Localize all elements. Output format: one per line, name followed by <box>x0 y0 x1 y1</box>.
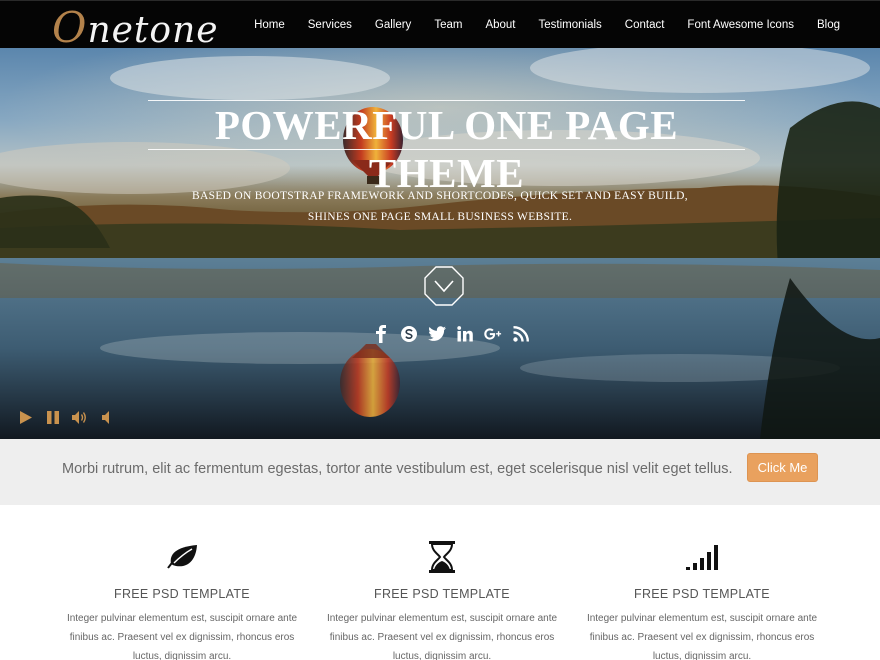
volume-up-icon[interactable] <box>72 409 88 425</box>
hero-subtitle-line-2: SHINES ONE PAGE SMALL BUSINESS WEBSITE. <box>307 211 573 223</box>
main-nav: Home Services Gallery Team About Testimo… <box>231 1 840 49</box>
chevron-down-icon <box>424 266 464 306</box>
feature-title: FREE PSD TEMPLATE <box>374 587 510 601</box>
logo-initial: O <box>52 3 88 52</box>
nav-services[interactable]: Services <box>308 19 352 31</box>
facebook-icon[interactable] <box>372 324 390 344</box>
leaf-icon <box>52 537 312 577</box>
nav-gallery[interactable]: Gallery <box>375 19 411 31</box>
nav-about[interactable]: About <box>485 19 515 31</box>
social-links <box>372 324 540 344</box>
rss-icon[interactable] <box>512 324 530 344</box>
feature-item: FREE PSD TEMPLATE Integer pulvinar eleme… <box>572 505 832 660</box>
feature-title: FREE PSD TEMPLATE <box>634 587 770 601</box>
logo-text: netone <box>87 10 219 51</box>
signal-icon <box>572 537 832 577</box>
twitter-icon[interactable] <box>428 324 446 344</box>
volume-down-icon[interactable] <box>99 409 115 425</box>
play-icon[interactable] <box>18 409 34 425</box>
features-section: FREE PSD TEMPLATE Integer pulvinar eleme… <box>0 505 880 660</box>
google-plus-icon[interactable] <box>484 324 502 344</box>
feature-description: Integer pulvinar elementum est, suscipit… <box>326 613 558 660</box>
site-header: Onetone Home Services Gallery Team About… <box>0 0 880 52</box>
hourglass-icon <box>312 537 572 577</box>
nav-contact[interactable]: Contact <box>625 19 665 31</box>
click-me-button[interactable]: Click Me <box>747 453 818 482</box>
linkedin-icon[interactable] <box>456 324 474 344</box>
hero-title: POWERFUL ONE PAGE THEME <box>148 100 745 196</box>
video-player-controls <box>18 409 126 425</box>
nav-testimonials[interactable]: Testimonials <box>539 19 602 31</box>
hero-subtitle: BASED ON BOOTSTRAP FRAMEWORK AND SHORTCO… <box>150 186 730 228</box>
feature-description: Integer pulvinar elementum est, suscipit… <box>66 613 298 660</box>
feature-title: FREE PSD TEMPLATE <box>114 587 250 601</box>
feature-item: FREE PSD TEMPLATE Integer pulvinar eleme… <box>312 505 572 660</box>
nav-font-awesome-icons[interactable]: Font Awesome Icons <box>687 19 794 31</box>
feature-item: FREE PSD TEMPLATE Integer pulvinar eleme… <box>52 505 312 660</box>
hero-section: POWERFUL ONE PAGE THEME BASED ON BOOTSTR… <box>0 48 880 439</box>
nav-blog[interactable]: Blog <box>817 19 840 31</box>
cta-text: Morbi rutrum, elit ac fermentum egestas,… <box>62 461 733 477</box>
call-to-action-band: Morbi rutrum, elit ac fermentum egestas,… <box>0 439 880 505</box>
nav-home[interactable]: Home <box>254 19 285 31</box>
pause-icon[interactable] <box>45 409 61 425</box>
scroll-down-button[interactable] <box>424 266 464 306</box>
hero-subtitle-line-1: BASED ON BOOTSTRAP FRAMEWORK AND SHORTCO… <box>192 190 688 202</box>
site-logo[interactable]: Onetone <box>52 3 219 52</box>
nav-team[interactable]: Team <box>434 19 462 31</box>
feature-description: Integer pulvinar elementum est, suscipit… <box>586 613 818 660</box>
skype-icon[interactable] <box>400 324 418 344</box>
